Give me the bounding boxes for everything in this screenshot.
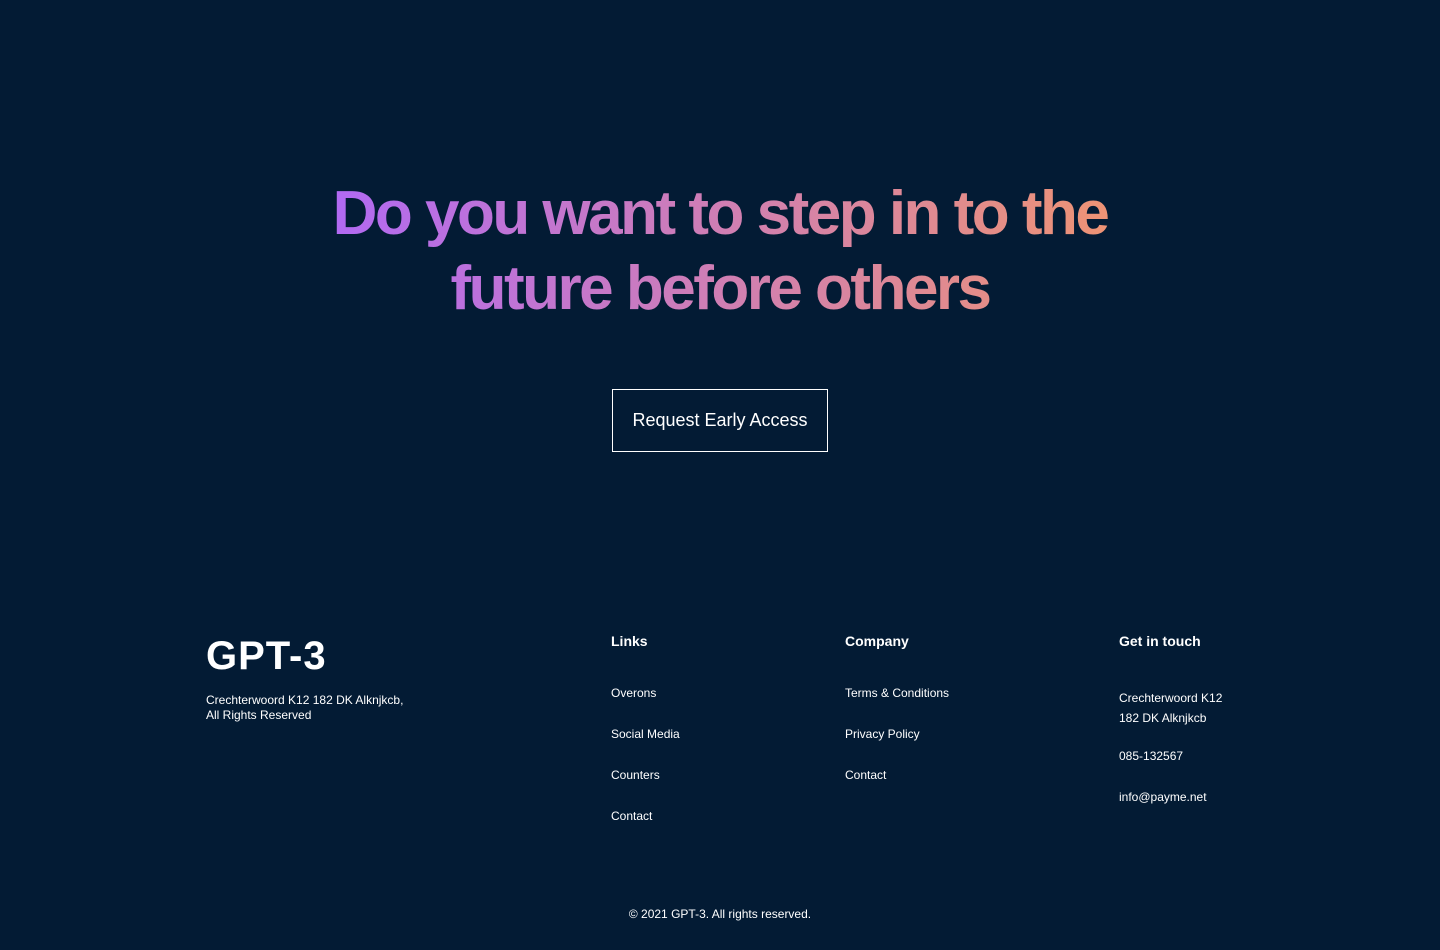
footer-address: Crechterwoord K12 182 DK Alknjkcb, All R… (206, 693, 404, 722)
footer-link-social-media[interactable]: Social Media (611, 727, 831, 768)
footer-contact-email[interactable]: info@payme.net (1119, 790, 1339, 805)
hero-section: Do you want to step in to the future bef… (0, 176, 1440, 326)
footer-contact-title: Get in touch (1119, 633, 1201, 649)
footer-links-title: Links (611, 633, 648, 649)
page: Do you want to step in to the future bef… (0, 0, 1440, 950)
footer-link-terms[interactable]: Terms & Conditions (845, 686, 1065, 727)
footer-contact-address: Crechterwoord K12 182 DK Alknjkcb (1119, 691, 1223, 725)
footer-links-column: Links Overons Social Media Counters Cont… (611, 632, 680, 823)
footer-contact-list: Crechterwoord K12 182 DK Alknjkcb 085-13… (1119, 686, 1339, 805)
footer-contact-column: Get in touch Crechterwoord K12 182 DK Al… (1119, 632, 1222, 804)
footer-company-column: Company Terms & Conditions Privacy Polic… (845, 632, 949, 782)
footer-logo[interactable]: GPT-3 (206, 634, 327, 679)
footer-link-contact[interactable]: Contact (611, 809, 831, 850)
footer-link-company-contact[interactable]: Contact (845, 768, 1065, 809)
footer-link-overons[interactable]: Overons (611, 686, 831, 727)
copyright: © 2021 GPT-3. All rights reserved. (628, 907, 812, 921)
footer-link-counters[interactable]: Counters (611, 768, 831, 809)
request-early-access-button[interactable]: Request Early Access (612, 389, 828, 452)
footer-link-privacy-policy[interactable]: Privacy Policy (845, 727, 1065, 768)
hero-headline: Do you want to step in to the future bef… (270, 176, 1170, 326)
footer-contact-phone[interactable]: 085-132567 (1119, 749, 1339, 764)
footer-company-list: Terms & Conditions Privacy Policy Contac… (845, 686, 1065, 809)
footer-links-list: Overons Social Media Counters Contact (611, 686, 831, 850)
footer-company-title: Company (845, 633, 909, 649)
